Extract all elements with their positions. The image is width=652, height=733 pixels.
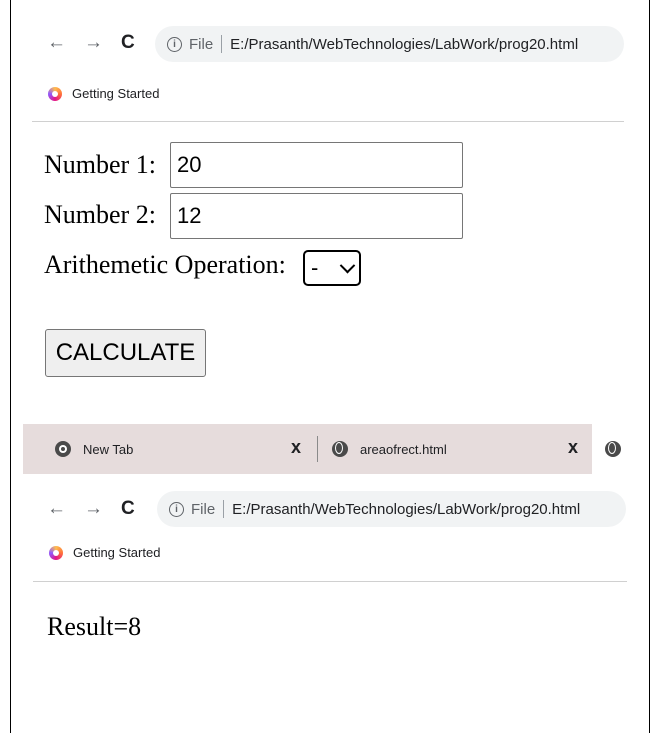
- info-icon[interactable]: i: [167, 36, 182, 52]
- number2-input[interactable]: [170, 193, 463, 239]
- number2-label: Number 2:: [44, 200, 156, 229]
- firefox-icon: [49, 545, 63, 560]
- reload-button[interactable]: C: [121, 499, 135, 519]
- url-scheme: File: [191, 500, 216, 518]
- url-scheme: File: [189, 35, 214, 53]
- toolbar-divider: [32, 121, 624, 122]
- tab-title: New Tab: [83, 441, 134, 457]
- back-button[interactable]: ←: [47, 499, 66, 519]
- globe-icon: [332, 441, 348, 457]
- tab-areaofrect[interactable]: areaofrect.html: [332, 424, 447, 474]
- address-bar[interactable]: i File E:/Prasanth/WebTechnologies/LabWo…: [155, 26, 624, 62]
- info-icon[interactable]: i: [169, 501, 184, 517]
- firefox-icon: [48, 86, 62, 101]
- address-bar[interactable]: i File E:/Prasanth/WebTechnologies/LabWo…: [157, 491, 626, 527]
- chrome-icon: [55, 441, 71, 457]
- calculate-button[interactable]: CALCULATE: [45, 329, 206, 377]
- result-text: Result=8: [47, 612, 142, 641]
- address-divider: [223, 500, 225, 518]
- forward-button[interactable]: →: [84, 499, 103, 519]
- bookmark-label: Getting Started: [72, 86, 160, 101]
- operation-label: Arithemetic Operation:: [44, 250, 286, 279]
- toolbar-divider: [33, 581, 627, 582]
- operation-selected-value: -: [311, 255, 319, 280]
- bookmark-getting-started[interactable]: Getting Started: [49, 545, 160, 560]
- chevron-down-icon: [339, 257, 356, 273]
- close-tab-button[interactable]: x: [291, 437, 301, 458]
- forward-button[interactable]: →: [84, 33, 103, 53]
- address-divider: [221, 35, 223, 53]
- tab-separator: [317, 436, 318, 462]
- bookmark-label: Getting Started: [73, 545, 161, 560]
- close-tab-button[interactable]: x: [568, 437, 578, 458]
- globe-icon: [605, 441, 621, 457]
- reload-button[interactable]: C: [121, 33, 135, 53]
- number1-input[interactable]: [170, 142, 463, 188]
- number1-label: Number 1:: [44, 150, 156, 179]
- bookmark-getting-started[interactable]: Getting Started: [48, 86, 159, 101]
- tab-current[interactable]: [592, 424, 634, 474]
- back-button[interactable]: ←: [47, 33, 66, 53]
- tab-title: areaofrect.html: [360, 441, 447, 457]
- url-path: E:/Prasanth/WebTechnologies/LabWork/prog…: [232, 500, 581, 518]
- tab-new-tab[interactable]: New Tab: [55, 424, 133, 474]
- url-path: E:/Prasanth/WebTechnologies/LabWork/prog…: [230, 35, 579, 53]
- operation-select[interactable]: -: [303, 250, 361, 286]
